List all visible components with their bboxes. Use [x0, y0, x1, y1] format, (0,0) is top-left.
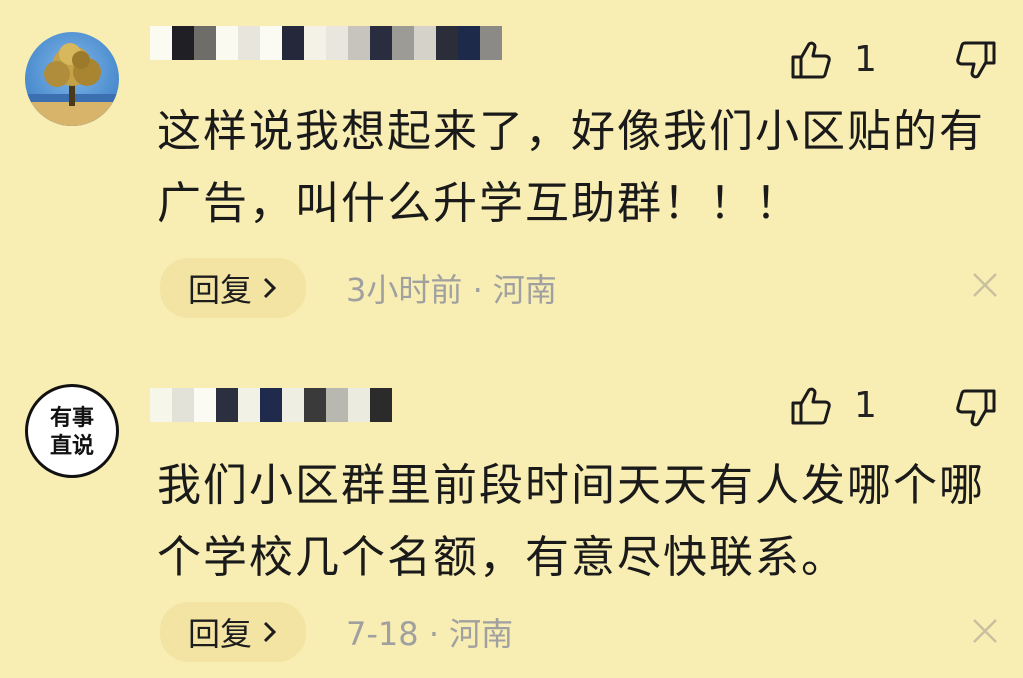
svg-text:直说: 直说 — [50, 433, 94, 459]
reply-button[interactable]: 回复 — [160, 602, 307, 662]
meta-separator: · — [472, 271, 483, 309]
close-button[interactable] — [970, 616, 1000, 650]
reply-label: 回复 — [188, 271, 253, 309]
reply-button[interactable]: 回复 — [160, 258, 307, 318]
username-blurred[interactable] — [150, 388, 392, 422]
meta-separator: · — [428, 615, 439, 653]
comment-meta: 3小时前 · 河南 — [346, 265, 557, 311]
like-count: 1 — [854, 39, 877, 80]
comment-footer: 回复 7-18 · 河南 — [160, 602, 513, 662]
comment-text: 我们小区群里前段时间天天有人发哪个哪个学校几个名额，有意尽快联系。 — [157, 460, 985, 583]
close-button[interactable] — [970, 270, 1000, 304]
thumb-down-icon — [956, 389, 996, 427]
comment-location: 河南 — [449, 615, 514, 653]
comment-time: 3小时前 — [346, 271, 463, 309]
comment-time: 7-18 — [346, 615, 419, 653]
username-blurred[interactable] — [150, 26, 502, 60]
dislike-button[interactable] — [955, 40, 997, 84]
comment-item: 1 这样说我想起来了，好像我们小区贴的有广告，叫什么升学互助群！！！ 回复 3小… — [0, 0, 1023, 340]
thumb-up-icon — [791, 41, 831, 79]
comment-meta: 7-18 · 河南 — [346, 609, 513, 655]
close-icon — [973, 273, 997, 297]
comment-location: 河南 — [492, 271, 557, 309]
close-icon — [973, 619, 997, 643]
dislike-button[interactable] — [955, 388, 997, 432]
avatar-logo: 有事 直说 — [50, 405, 94, 459]
chevron-right-icon — [263, 621, 277, 643]
avatar[interactable] — [25, 32, 119, 126]
comment-footer: 回复 3小时前 · 河南 — [160, 258, 557, 318]
like-count: 1 — [854, 385, 877, 426]
tree-photo-icon — [25, 43, 119, 126]
avatar[interactable]: 有事 直说 — [25, 384, 119, 478]
thumb-up-icon — [791, 387, 831, 425]
comment-item: 有事 直说 1 我们小区群里前段时间天天有人发哪个哪个学校几个名额，有意尽快联系… — [0, 340, 1023, 678]
like-button[interactable]: 1 — [790, 386, 877, 426]
thumb-down-icon — [956, 41, 996, 79]
chevron-right-icon — [263, 277, 277, 299]
svg-text:有事: 有事 — [50, 405, 94, 431]
comment-text: 这样说我想起来了，好像我们小区贴的有广告，叫什么升学互助群！！！ — [157, 106, 985, 229]
like-button[interactable]: 1 — [790, 40, 877, 80]
reply-label: 回复 — [188, 615, 253, 653]
